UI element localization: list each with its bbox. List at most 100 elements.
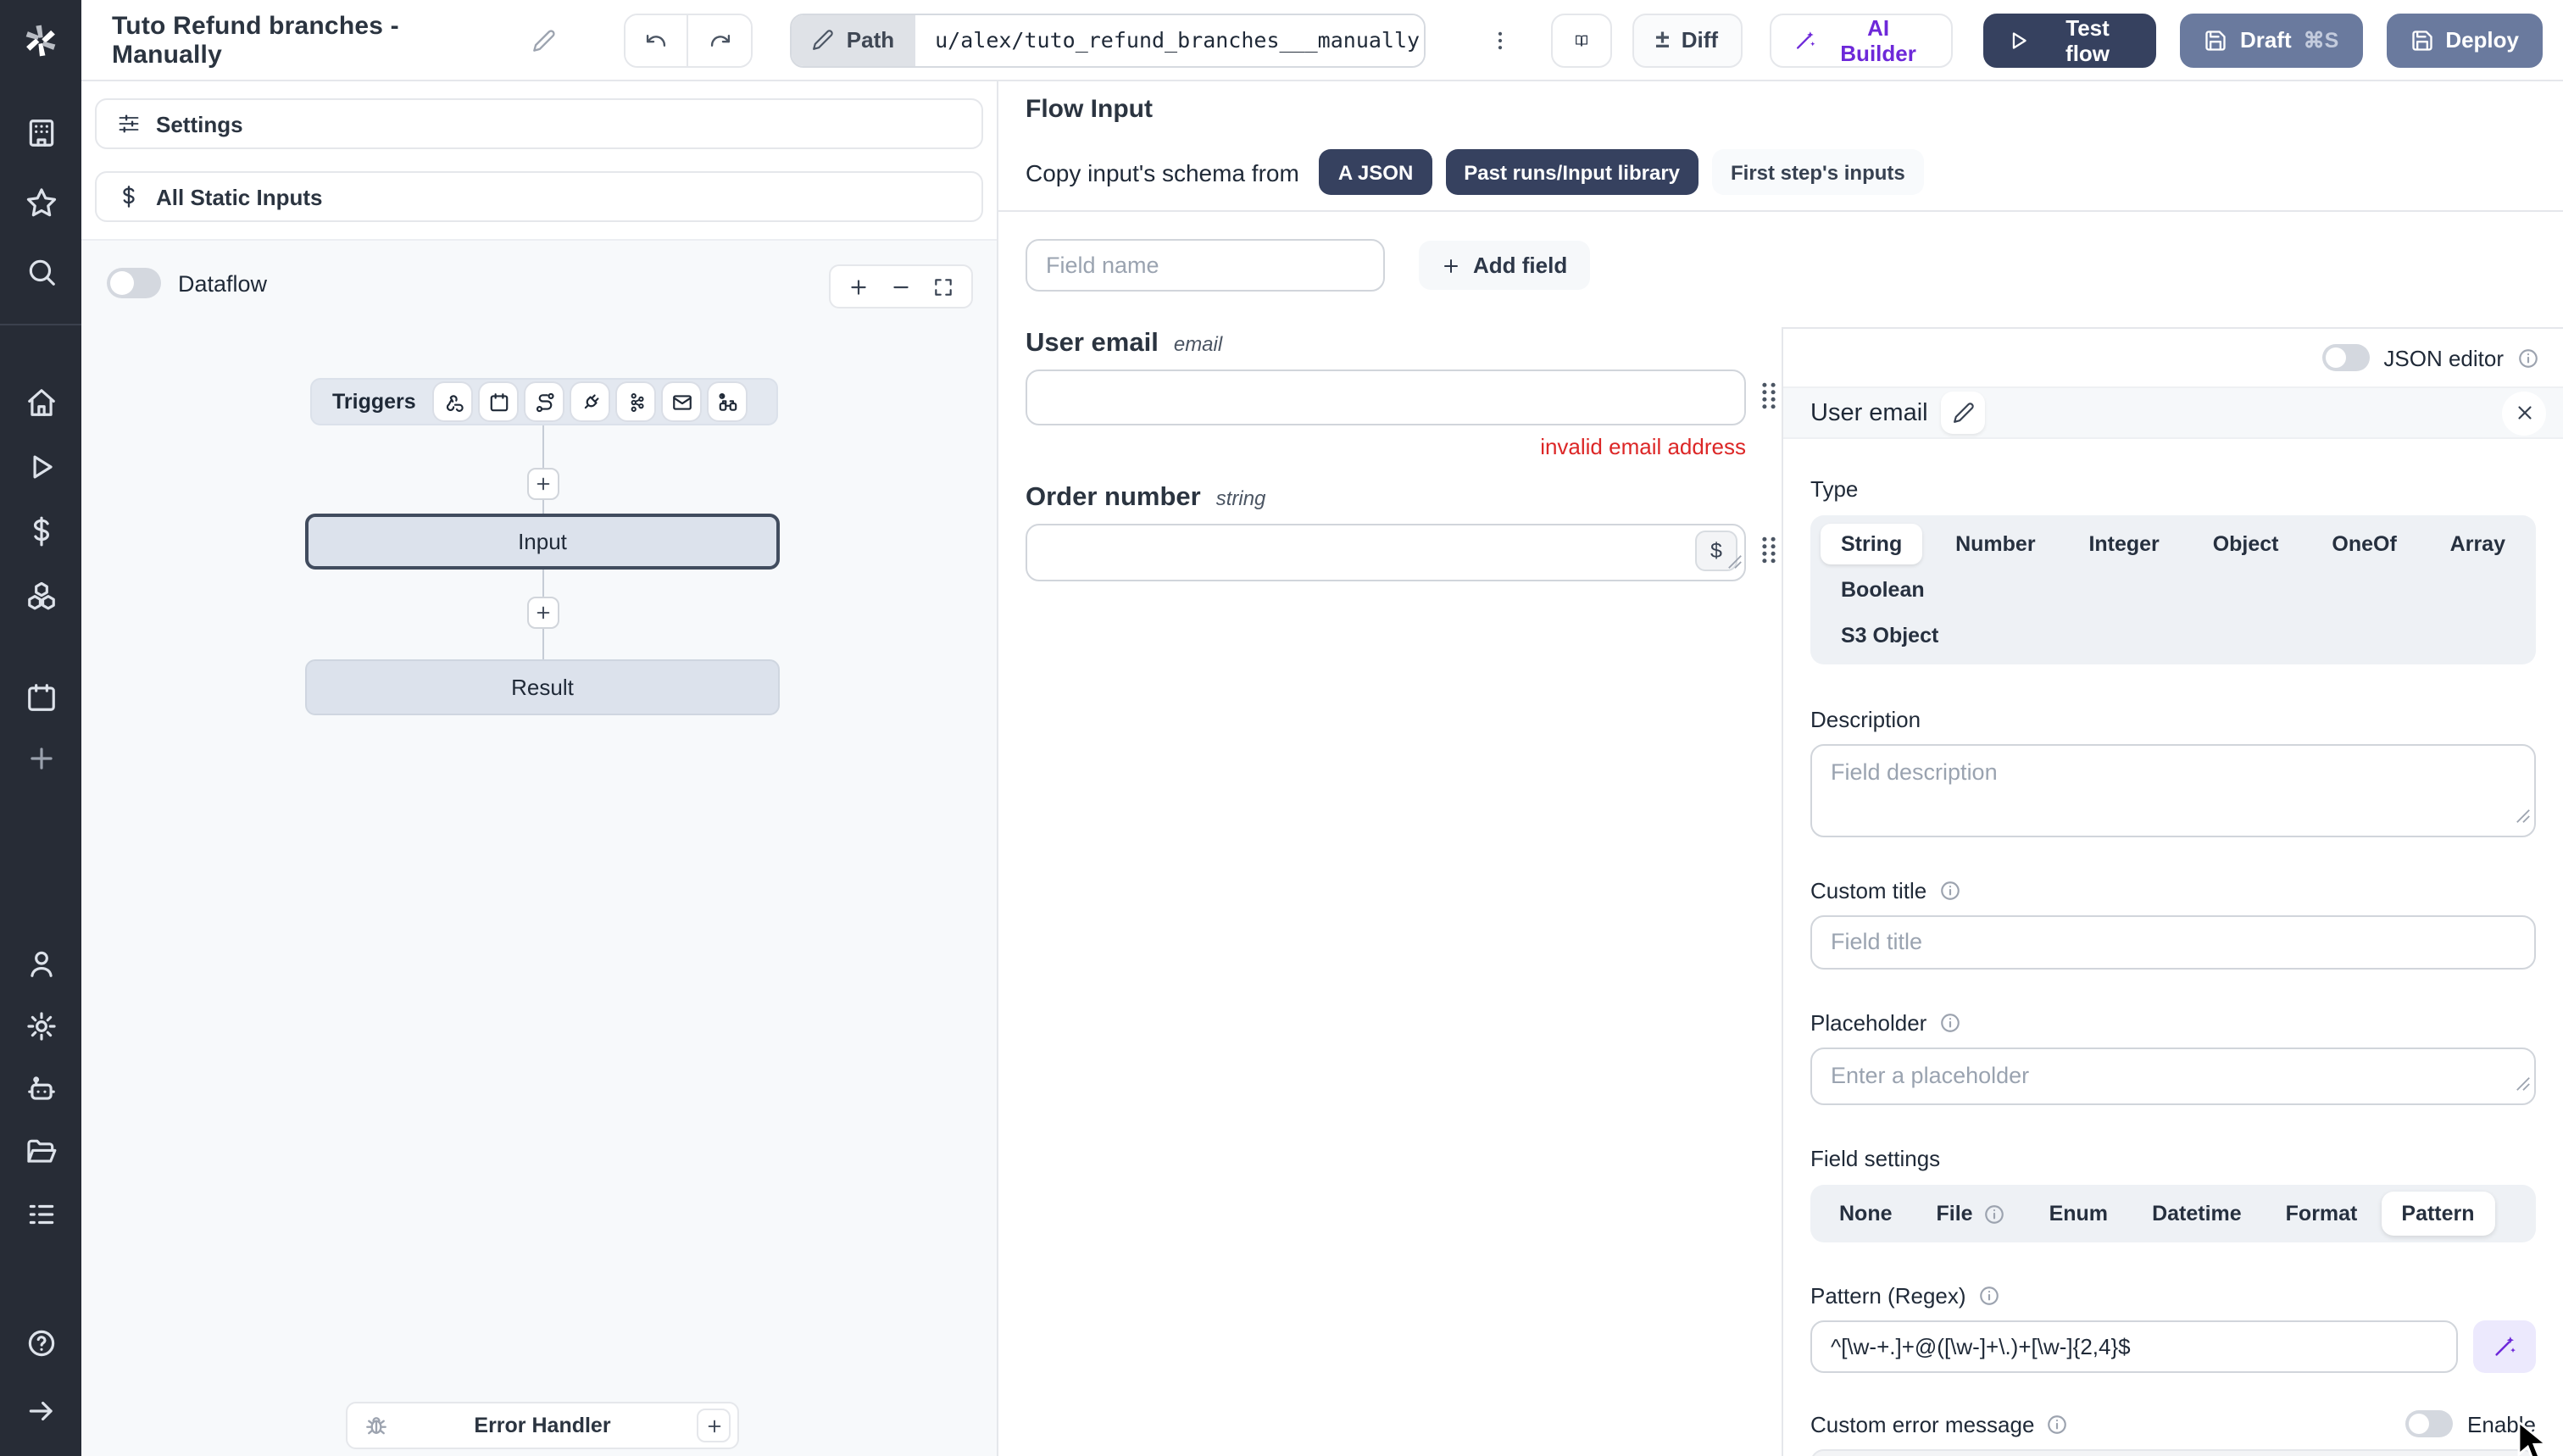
path-control[interactable]: Path u/alex/tuto_refund_branches___manua… bbox=[790, 13, 1426, 67]
undo-button[interactable] bbox=[625, 14, 689, 65]
ai-generate-regex-wand-icon[interactable] bbox=[2473, 1320, 2536, 1373]
zoom-out-button[interactable] bbox=[880, 266, 922, 307]
type-option-object[interactable]: Object bbox=[2193, 524, 2299, 564]
triggers-bar[interactable]: Triggers bbox=[310, 378, 778, 425]
info-icon[interactable] bbox=[2046, 1413, 2068, 1435]
ai-builder-button[interactable]: AI Builder bbox=[1769, 13, 1953, 67]
type-option-array[interactable]: Array bbox=[2430, 524, 2526, 564]
custom-error-enable-toggle[interactable] bbox=[2405, 1410, 2453, 1437]
test-flow-button[interactable]: Test flow bbox=[1982, 13, 2157, 67]
dollar-icon bbox=[123, 186, 135, 208]
tab-enum[interactable]: Enum bbox=[2029, 1192, 2128, 1236]
tab-pattern[interactable]: Pattern bbox=[2381, 1192, 2495, 1236]
json-editor-toggle[interactable] bbox=[2322, 344, 2371, 371]
webhook-trigger-icon[interactable] bbox=[434, 383, 472, 420]
path-value[interactable]: u/alex/tuto_refund_branches___manually bbox=[915, 14, 1425, 65]
error-handler-node[interactable]: Error Handler bbox=[346, 1402, 739, 1449]
user-email-value-input[interactable] bbox=[1026, 370, 1746, 425]
copy-from-past-runs-button[interactable]: Past runs/Input library bbox=[1445, 149, 1698, 195]
tab-none[interactable]: None bbox=[1819, 1192, 1913, 1236]
info-icon[interactable] bbox=[1938, 1012, 1960, 1034]
insert-step-plus-icon[interactable] bbox=[527, 468, 559, 500]
expand-sidebar-arrow-icon[interactable] bbox=[7, 1381, 75, 1439]
resize-handle-icon[interactable] bbox=[1727, 547, 1743, 578]
settings-gear-icon[interactable] bbox=[7, 997, 75, 1054]
input-node[interactable]: Input bbox=[305, 514, 780, 570]
field-name-input[interactable] bbox=[1026, 239, 1385, 292]
copy-from-first-step-button[interactable]: First step's inputs bbox=[1712, 149, 1924, 195]
dataflow-toggle[interactable] bbox=[107, 268, 161, 298]
placeholder-textarea[interactable] bbox=[1812, 1049, 2534, 1103]
result-node[interactable]: Result bbox=[305, 659, 780, 715]
resize-handle-icon[interactable] bbox=[2516, 802, 2531, 832]
zoom-in-button[interactable] bbox=[837, 266, 880, 307]
redo-button[interactable] bbox=[688, 14, 752, 65]
edit-title-pencil-icon[interactable] bbox=[520, 16, 567, 64]
info-icon[interactable] bbox=[2517, 347, 2539, 369]
docs-book-button[interactable] bbox=[1550, 13, 1612, 67]
tab-format[interactable]: Format bbox=[2266, 1192, 2378, 1236]
order-number-value-input[interactable] bbox=[1026, 524, 1746, 581]
type-option-string[interactable]: String bbox=[1821, 524, 1923, 564]
info-icon[interactable] bbox=[1978, 1285, 2000, 1307]
add-field-label: Add field bbox=[1473, 253, 1568, 278]
variables-icon[interactable] bbox=[7, 502, 75, 559]
http-route-trigger-icon[interactable] bbox=[525, 383, 564, 420]
websocket-trigger-icon[interactable] bbox=[571, 383, 609, 420]
workers-robot-icon[interactable] bbox=[7, 1059, 75, 1117]
draft-button[interactable]: Draft ⌘S bbox=[2180, 13, 2363, 67]
copy-from-json-button[interactable]: A JSON bbox=[1319, 149, 1432, 195]
custom-title-input[interactable] bbox=[1812, 917, 2534, 968]
windmill-logo-icon[interactable] bbox=[17, 17, 64, 64]
pattern-regex-input[interactable] bbox=[1810, 1320, 2458, 1373]
type-option-boolean[interactable]: Boolean bbox=[1821, 570, 1945, 610]
rename-field-pencil-icon[interactable] bbox=[1941, 392, 1986, 434]
resources-icon[interactable] bbox=[7, 566, 75, 624]
runs-icon[interactable] bbox=[7, 437, 75, 495]
pencil-icon bbox=[813, 30, 834, 50]
copy-schema-row: Copy input's schema from A JSON Past run… bbox=[1026, 149, 1924, 195]
flow-graph-canvas[interactable]: Dataflow Triggers Input Result Error Han… bbox=[81, 239, 997, 1456]
schedules-icon[interactable] bbox=[7, 668, 75, 725]
kafka-trigger-icon[interactable] bbox=[617, 383, 655, 420]
help-icon[interactable] bbox=[7, 1314, 75, 1371]
type-option-integer[interactable]: Integer bbox=[2068, 524, 2179, 564]
schedule-trigger-icon[interactable] bbox=[480, 383, 518, 420]
add-field-button[interactable]: Add field bbox=[1419, 241, 1590, 290]
search-icon[interactable] bbox=[7, 242, 75, 300]
home-icon[interactable] bbox=[7, 373, 75, 431]
tab-datetime[interactable]: Datetime bbox=[2132, 1192, 2262, 1236]
email-trigger-icon[interactable] bbox=[663, 383, 701, 420]
drag-handle-icon[interactable] bbox=[1758, 381, 1780, 419]
folders-icon[interactable] bbox=[7, 1122, 75, 1180]
insert-step-plus-icon[interactable] bbox=[527, 597, 559, 629]
add-icon[interactable] bbox=[7, 729, 75, 786]
favorites-star-icon[interactable] bbox=[7, 173, 75, 231]
flow-settings-row[interactable]: Settings bbox=[95, 98, 983, 149]
pattern-regex-label: Pattern (Regex) bbox=[1810, 1283, 1966, 1309]
scheduled-poll-trigger-icon[interactable] bbox=[709, 383, 747, 420]
type-option-number[interactable]: Number bbox=[1935, 524, 2055, 564]
more-menu-kebab-icon[interactable] bbox=[1477, 16, 1524, 64]
custom-title-field-wrap bbox=[1810, 915, 2536, 970]
workspace-icon[interactable] bbox=[7, 103, 75, 161]
inspector-header: User email bbox=[1783, 386, 2563, 439]
tab-file[interactable]: File bbox=[1916, 1192, 2026, 1236]
type-option-oneof[interactable]: OneOf bbox=[2311, 524, 2416, 564]
info-icon[interactable] bbox=[1938, 880, 1960, 902]
resize-handle-icon[interactable] bbox=[2516, 1070, 2531, 1100]
all-static-inputs-row[interactable]: All Static Inputs bbox=[95, 171, 983, 222]
fullscreen-button[interactable] bbox=[922, 266, 965, 307]
deploy-button[interactable]: Deploy bbox=[2386, 13, 2543, 67]
tab-file-label: File bbox=[1936, 1202, 1973, 1225]
users-icon[interactable] bbox=[7, 934, 75, 992]
pattern-row bbox=[1810, 1320, 2536, 1373]
diff-button[interactable]: ± Diff bbox=[1632, 13, 1743, 67]
graph-zoom-controls bbox=[829, 264, 973, 308]
drag-handle-icon[interactable] bbox=[1758, 536, 1780, 573]
add-error-handler-plus-icon[interactable] bbox=[697, 1409, 731, 1442]
close-inspector-icon[interactable] bbox=[2502, 391, 2546, 435]
type-option-s3-object[interactable]: S3 Object bbox=[1821, 615, 2526, 656]
audit-logs-icon[interactable] bbox=[7, 1185, 75, 1242]
description-textarea[interactable] bbox=[1812, 746, 2534, 836]
